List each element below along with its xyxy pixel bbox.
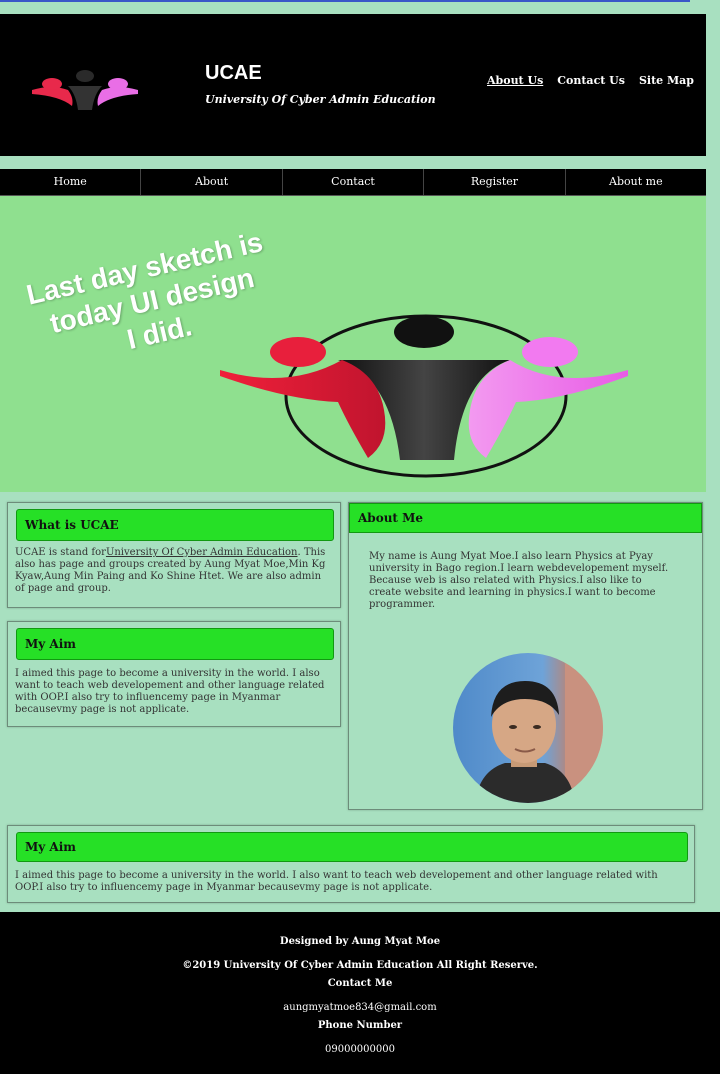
site-footer: Designed by Aung Myat Moe ©2019 Universi…: [0, 912, 720, 1074]
about-me-text: My name is Aung Myat Moe.I also learn Ph…: [369, 551, 669, 610]
copyright-text: ©2019 University Of Cyber Admin Educatio…: [182, 960, 538, 971]
phone-number-heading: Phone Number: [317, 1020, 403, 1031]
phone-number-text: 09000000000: [325, 1044, 395, 1055]
my-aim-text: I aimed this page to become a university…: [15, 668, 325, 715]
nav-item-contact[interactable]: Contact: [283, 169, 425, 195]
ucae-logo-icon[interactable]: [30, 64, 140, 114]
about-me-card: About Me My name is Aung Myat Moe.I also…: [348, 502, 703, 810]
my-aim-wide-card: My Aim I aimed this page to become a uni…: [7, 825, 695, 903]
nav-item-about-me[interactable]: About me: [566, 169, 706, 195]
top-links: About Us Contact Us Site Map: [487, 74, 694, 87]
my-aim-wide-text: I aimed this page to become a university…: [15, 870, 658, 893]
about-me-heading: About Me: [349, 503, 702, 533]
my-aim-card: My Aim I aimed this page to become a uni…: [7, 621, 341, 727]
designed-by-text: Designed by Aung Myat Moe: [279, 936, 441, 947]
person-photo-icon: [475, 653, 603, 803]
top-border-line: [0, 0, 690, 2]
site-map-link[interactable]: Site Map: [639, 74, 694, 87]
nav-item-about[interactable]: About: [141, 169, 283, 195]
profile-avatar: [453, 653, 603, 803]
my-aim-heading: My Aim: [16, 628, 334, 660]
hero-banner: Last day sketch is today UI design I did…: [0, 196, 706, 492]
site-title: UCAE: [205, 62, 262, 84]
nav-item-home[interactable]: Home: [0, 169, 142, 195]
what-is-ucae-card: What is UCAE UCAE is stand forUniversity…: [7, 502, 341, 608]
nav-item-register[interactable]: Register: [424, 169, 566, 195]
what-is-ucae-text: UCAE is stand forUniversity Of Cyber Adm…: [15, 547, 331, 595]
what-is-ucae-heading: What is UCAE: [16, 509, 334, 541]
ucae-large-logo-icon: [220, 314, 628, 478]
site-header: UCAE University Of Cyber Admin Education…: [0, 14, 706, 156]
about-us-link[interactable]: About Us: [487, 74, 543, 87]
contact-me-heading: Contact Me: [327, 978, 393, 989]
what-is-text-start: UCAE is stand for: [15, 547, 106, 558]
ucae-full-name-link[interactable]: University Of Cyber Admin Education: [106, 547, 298, 558]
my-aim-wide-heading: My Aim: [16, 832, 688, 862]
brand: UCAE University Of Cyber Admin Education: [205, 62, 436, 106]
email-text[interactable]: aungmyatmoe834@gmail.com: [0, 1002, 720, 1013]
contact-us-link[interactable]: Contact Us: [557, 74, 625, 87]
main-nav: Home About Contact Register About me: [0, 169, 706, 196]
site-subtitle: University Of Cyber Admin Education: [205, 93, 436, 106]
